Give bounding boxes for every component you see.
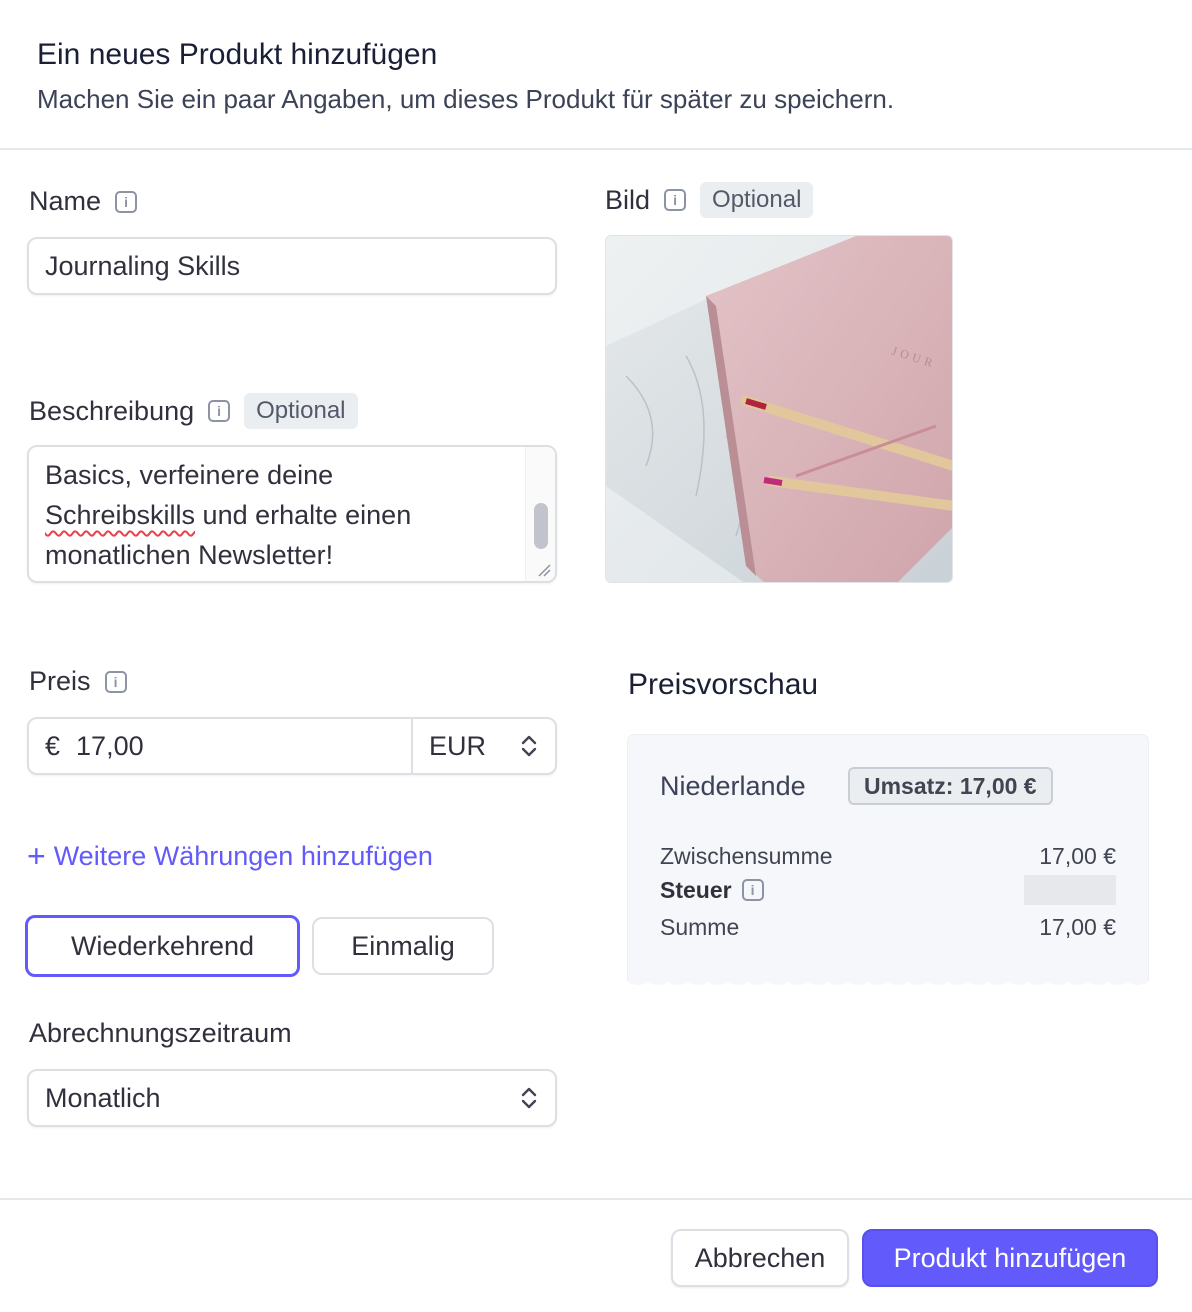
- tax-value-placeholder: [1024, 875, 1116, 905]
- optional-badge: Optional: [700, 182, 814, 218]
- product-image[interactable]: JOUR: [605, 235, 953, 583]
- receipt-torn-edge: [628, 978, 1148, 985]
- image-label: Bild: [605, 184, 651, 215]
- price-amount-value: 17,00: [76, 730, 144, 761]
- plus-icon: +: [27, 838, 46, 874]
- dialog-subtitle: Machen Sie ein paar Angaben, um dieses P…: [37, 84, 895, 114]
- chevron-up-down-icon: [521, 735, 537, 757]
- info-icon[interactable]: i: [104, 670, 127, 693]
- chevron-up-down-icon: [521, 1087, 537, 1109]
- billing-period-label-row: Abrechnungszeitraum: [29, 1018, 292, 1049]
- add-currency-link[interactable]: + Weitere Währungen hinzufügen: [27, 840, 433, 872]
- description-scrollbar[interactable]: [525, 447, 555, 581]
- recurring-option-label: Wiederkehrend: [70, 930, 255, 961]
- scrollbar-thumb[interactable]: [534, 503, 548, 549]
- billing-period-label: Abrechnungszeitraum: [29, 1018, 292, 1048]
- description-line-1: Basics, verfeinere deine: [45, 460, 334, 490]
- info-icon[interactable]: i: [115, 190, 138, 213]
- billing-period-select[interactable]: Monatlich: [27, 1069, 557, 1127]
- price-amount-input[interactable]: € 17,00: [29, 719, 411, 773]
- image-label-row: Bild i Optional: [605, 182, 814, 218]
- price-label: Preis: [29, 666, 91, 696]
- price-preview-receipt: Niederlande Umsatz: 17,00 € Zwischensumm…: [628, 735, 1148, 980]
- dialog-header: Ein neues Produkt hinzufügen Machen Sie …: [0, 0, 1192, 150]
- currency-value: EUR: [429, 730, 487, 761]
- price-label-row: Preis i: [29, 666, 127, 697]
- name-label: Name: [29, 186, 102, 216]
- product-photo: JOUR: [606, 236, 952, 582]
- add-currency-label: Weitere Währungen hinzufügen: [53, 840, 433, 871]
- price-field: € 17,00 EUR: [27, 717, 557, 775]
- currency-symbol: €: [45, 730, 61, 761]
- subtotal-label: Zwischensumme: [660, 843, 833, 869]
- revenue-badge: Umsatz: 17,00 €: [848, 767, 1053, 805]
- description-textarea[interactable]: Basics, verfeinere deine Schreibskills u…: [27, 445, 557, 583]
- add-product-button-label: Produkt hinzufügen: [893, 1242, 1127, 1273]
- add-product-button[interactable]: Produkt hinzufügen: [862, 1229, 1158, 1287]
- description-label: Beschreibung: [29, 395, 195, 426]
- optional-badge: Optional: [244, 393, 358, 429]
- total-row: Summe 17,00 €: [660, 914, 1116, 941]
- recurring-option-button[interactable]: Wiederkehrend: [25, 915, 300, 977]
- name-input[interactable]: Journaling Skills: [27, 237, 557, 295]
- total-value: 17,00 €: [1039, 914, 1116, 940]
- description-label-row: Beschreibung i Optional: [29, 393, 358, 429]
- one-time-option-button[interactable]: Einmalig: [312, 917, 494, 975]
- info-icon[interactable]: i: [208, 400, 231, 422]
- currency-select[interactable]: EUR: [411, 719, 555, 773]
- tax-label-group: Steuer i: [660, 877, 764, 904]
- description-line-3: monatlichen Newsletter!: [45, 540, 334, 570]
- price-preview-title: Preisvorschau: [628, 668, 819, 701]
- spellcheck-word: Schreibskills: [45, 500, 196, 530]
- cancel-button[interactable]: Abbrechen: [671, 1229, 849, 1287]
- one-time-option-label: Einmalig: [351, 930, 455, 961]
- name-input-value: Journaling Skills: [45, 250, 241, 281]
- cancel-button-label: Abbrechen: [694, 1242, 826, 1273]
- info-icon[interactable]: i: [664, 189, 687, 211]
- description-line-2-rest: und erhalte einen: [195, 500, 412, 530]
- info-icon[interactable]: i: [741, 879, 764, 901]
- tax-row: Steuer i: [660, 875, 1116, 905]
- subtotal-row: Zwischensumme 17,00 €: [660, 843, 1116, 870]
- dialog-title: Ein neues Produkt hinzufügen: [37, 38, 438, 71]
- preview-country: Niederlande: [660, 771, 806, 801]
- name-label-row: Name i: [29, 186, 138, 217]
- description-text: Basics, verfeinere deine Schreibskills u…: [45, 455, 525, 575]
- resize-grip-icon[interactable]: [537, 563, 551, 577]
- tax-label: Steuer: [660, 876, 732, 903]
- description-line-2: Schreibskills und erhalte einen: [45, 495, 525, 535]
- total-label: Summe: [660, 914, 740, 940]
- billing-period-value: Monatlich: [45, 1082, 161, 1113]
- subtotal-value: 17,00 €: [1039, 843, 1116, 869]
